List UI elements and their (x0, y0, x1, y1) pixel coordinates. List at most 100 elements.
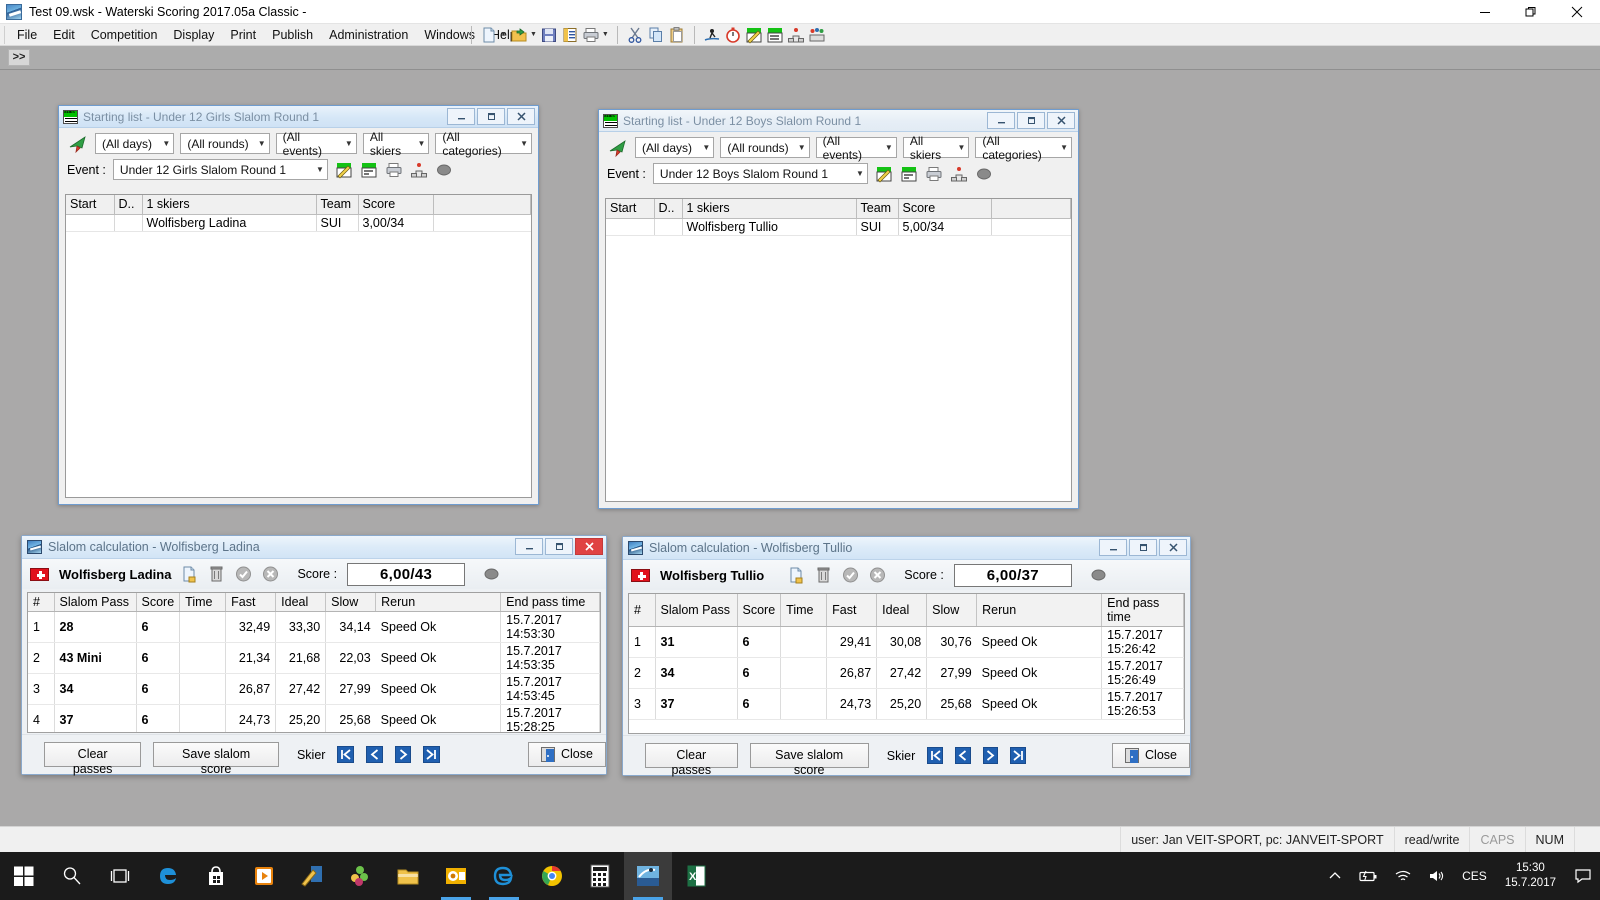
calc-ladina-titlebar[interactable]: Slalom calculation - Wolfisberg Ladina (22, 536, 606, 559)
team-icon[interactable] (808, 26, 826, 44)
delete-pass-icon[interactable] (815, 566, 832, 584)
starting-list-girls-grid[interactable]: Start D.. 1 skiers Team Score 1 Wolfisbe… (65, 194, 532, 498)
edge-button[interactable] (144, 852, 192, 900)
menu-file[interactable]: File (9, 26, 45, 44)
calc-tullio-score-value[interactable]: 6,00/37 (953, 563, 1072, 587)
filter-plane-icon[interactable] (67, 134, 89, 154)
menu-display[interactable]: Display (165, 26, 222, 44)
clear-passes-button[interactable]: Clear passes (44, 742, 142, 776)
table-row[interactable]: 1 31 6 29,41 30,08 30,76 Speed Ok 15.7.2… (629, 626, 1184, 658)
menu-edit[interactable]: Edit (45, 26, 83, 44)
ball-icon[interactable] (435, 161, 453, 179)
close-button[interactable] (1047, 112, 1075, 129)
rounds-filter[interactable]: (All rounds) ▼ (180, 133, 270, 154)
paint-button[interactable] (288, 852, 336, 900)
menu-windows[interactable]: Windows (416, 26, 483, 44)
maximize-button[interactable] (1017, 112, 1045, 129)
table-row[interactable]: 4 37 6 24,73 25,20 25,68 Speed Ok 15.7.2… (28, 704, 600, 732)
col-score[interactable]: Score (898, 199, 992, 219)
skiers-filter[interactable]: All skiers ▼ (362, 130, 430, 158)
col-slow[interactable]: Slow (325, 593, 377, 612)
close-button[interactable] (1159, 539, 1187, 556)
col-skiers[interactable]: 1 skiers (682, 199, 857, 219)
skiers-filter[interactable]: All skiers ▼ (902, 134, 970, 162)
col-time[interactable]: Time (179, 593, 227, 612)
score-list-icon[interactable] (360, 161, 378, 179)
confirm-icon[interactable] (235, 565, 252, 583)
col-end-pass-time[interactable]: End pass time (1101, 594, 1184, 627)
col-index[interactable]: # (629, 594, 656, 627)
table-row[interactable]: 1 Wolfisberg Ladina SUI 3,00/34 (66, 214, 531, 232)
cancel-icon[interactable] (869, 566, 886, 584)
rounds-filter[interactable]: (All rounds) ▼ (720, 137, 810, 158)
menu-administration[interactable]: Administration (321, 26, 416, 44)
starting-list-boys-titlebar[interactable]: Starting list - Under 12 Boys Slalom Rou… (599, 110, 1078, 132)
media-player-button[interactable] (240, 852, 288, 900)
first-skier-button[interactable] (927, 747, 943, 764)
categories-filter[interactable]: (All categories) ▼ (975, 134, 1072, 162)
print-icon[interactable] (925, 165, 943, 183)
podium-icon[interactable] (410, 161, 428, 179)
col-team[interactable]: Team (316, 195, 359, 215)
col-start[interactable]: Start (606, 199, 655, 219)
event-select[interactable]: Under 12 Girls Slalom Round 1 ▼ (112, 159, 328, 180)
show-hidden-icons-button[interactable] (1318, 852, 1352, 900)
action-center-button[interactable] (1566, 852, 1600, 900)
col-rerun[interactable]: Rerun (375, 593, 502, 612)
save-slalom-score-button[interactable]: Save slalom score (153, 742, 279, 776)
menu-print[interactable]: Print (222, 26, 264, 44)
open-folder-icon[interactable] (510, 26, 528, 44)
cut-icon[interactable] (626, 26, 644, 44)
toolbar-overflow-button[interactable]: >> (8, 49, 30, 66)
battery-icon[interactable] (1352, 852, 1386, 900)
event-select[interactable]: Under 12 Boys Slalom Round 1 ▼ (652, 163, 868, 184)
report-icon[interactable] (561, 26, 579, 44)
task-view-button[interactable] (96, 852, 144, 900)
copy-icon[interactable] (647, 26, 665, 44)
col-end-pass-time[interactable]: End pass time (500, 593, 600, 612)
language-indicator[interactable]: CES (1454, 869, 1495, 883)
ball-icon[interactable] (483, 565, 500, 583)
minimize-button[interactable] (515, 538, 543, 555)
open-folder-dropdown-caret[interactable]: ▼ (530, 26, 537, 44)
maximize-button[interactable] (1129, 539, 1157, 556)
save-slalom-score-button[interactable]: Save slalom score (749, 743, 869, 777)
events-filter[interactable]: (All events) ▼ (275, 130, 357, 158)
ball-icon[interactable] (975, 165, 993, 183)
close-button[interactable] (1554, 0, 1600, 24)
clear-passes-button[interactable]: Clear passes (645, 743, 738, 777)
maximize-button[interactable] (545, 538, 573, 555)
days-filter[interactable]: (All days) ▼ (95, 133, 175, 154)
save-icon[interactable] (540, 26, 558, 44)
next-skier-button[interactable] (982, 747, 999, 764)
excel-button[interactable]: X (672, 852, 720, 900)
col-score[interactable]: Score (737, 594, 782, 627)
menu-competition[interactable]: Competition (83, 26, 166, 44)
search-button[interactable] (48, 852, 96, 900)
cancel-icon[interactable] (262, 565, 279, 583)
col-rerun[interactable]: Rerun (976, 594, 1103, 627)
new-document-icon[interactable] (480, 26, 498, 44)
slalom-calculation-window-tullio[interactable]: Slalom calculation - Wolfisberg Tullio W… (622, 536, 1191, 777)
table-row[interactable]: 2 43 Mini 6 21,34 21,68 22,03 Speed Ok 1… (28, 642, 600, 674)
start-edit-icon[interactable] (875, 165, 893, 183)
calc-tullio-titlebar[interactable]: Slalom calculation - Wolfisberg Tullio (623, 537, 1190, 560)
calc-ladina-grid[interactable]: # Slalom Pass Score Time Fast Ideal Slow… (27, 592, 601, 733)
print-dropdown-caret[interactable]: ▼ (602, 26, 609, 44)
col-slalom-pass[interactable]: Slalom Pass (54, 593, 137, 612)
col-team[interactable]: Team (856, 199, 899, 219)
store-button[interactable] (192, 852, 240, 900)
col-score[interactable]: Score (136, 593, 181, 612)
previous-skier-button[interactable] (366, 746, 383, 763)
col-slow[interactable]: Slow (926, 594, 978, 627)
outlook-button[interactable] (432, 852, 480, 900)
col-slalom-pass[interactable]: Slalom Pass (655, 594, 738, 627)
table-row[interactable]: 1 28 6 32,49 33,30 34,14 Speed Ok 15.7.2… (28, 611, 600, 643)
chrome-button[interactable] (528, 852, 576, 900)
starting-list-boys-grid[interactable]: Start D.. 1 skiers Team Score 1 Wolfisbe… (605, 198, 1072, 502)
starting-list-window-girls[interactable]: Starting list - Under 12 Girls Slalom Ro… (58, 105, 539, 505)
days-filter[interactable]: (All days) ▼ (635, 137, 715, 158)
col-score[interactable]: Score (358, 195, 434, 215)
slalom-calculation-window-ladina[interactable]: Slalom calculation - Wolfisberg Ladina W… (21, 535, 607, 776)
start-list-icon[interactable] (766, 26, 784, 44)
